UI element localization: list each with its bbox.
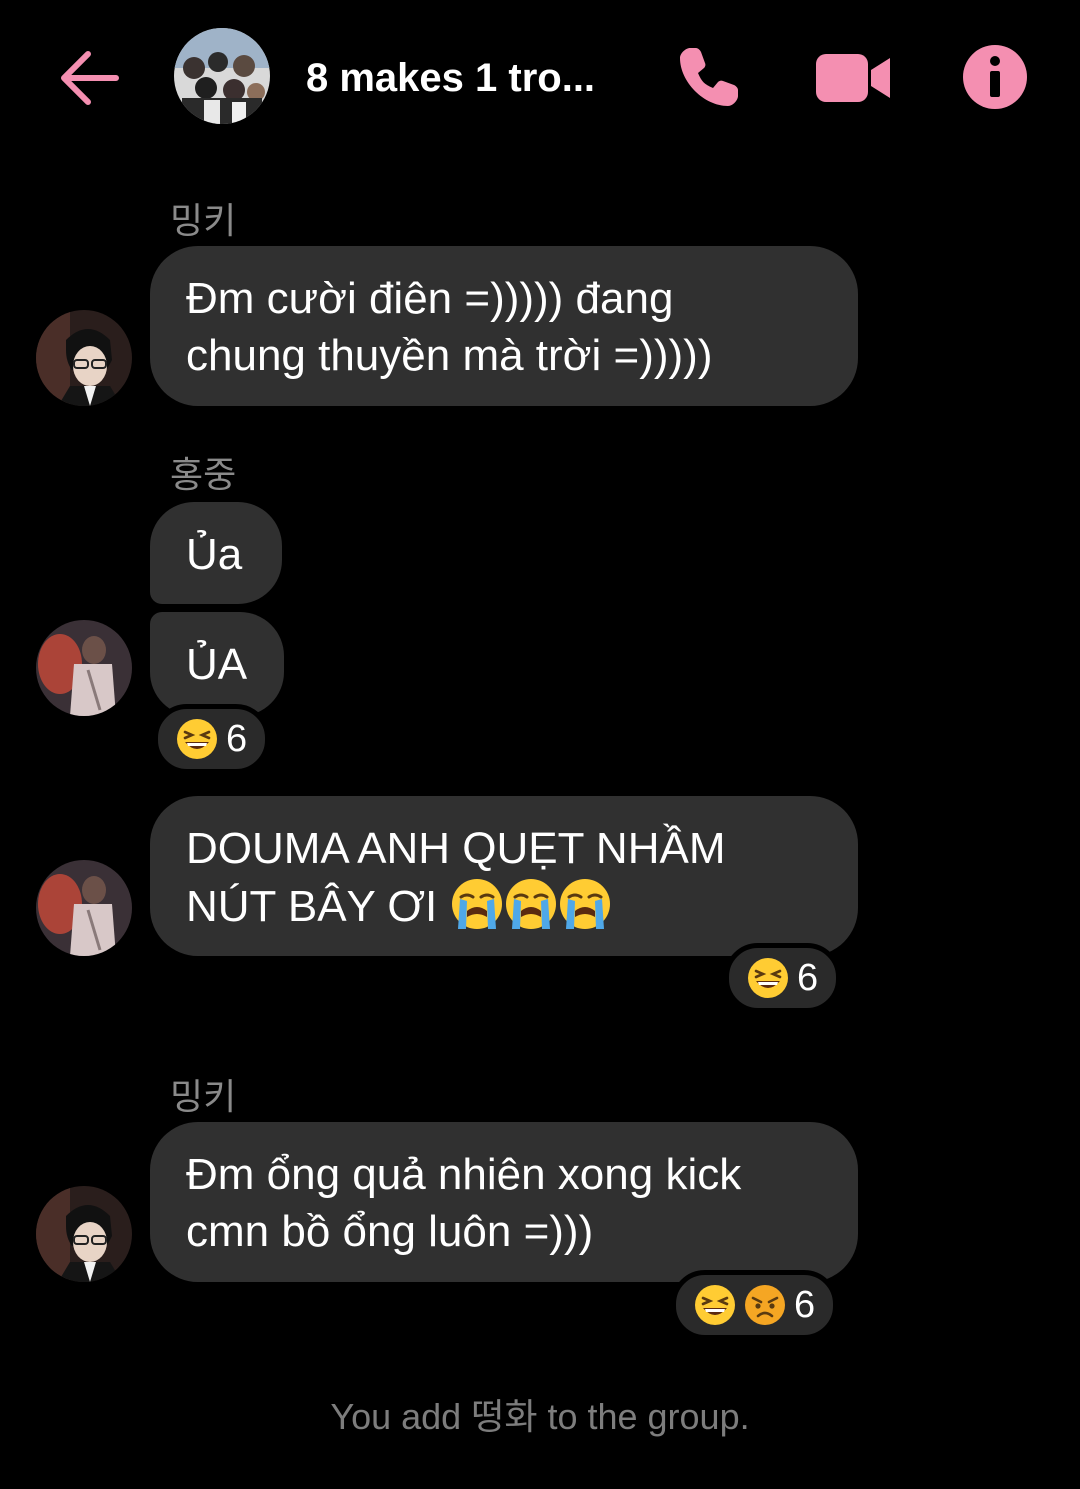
reaction-count: 6	[226, 717, 248, 760]
sender-name: 밍키	[170, 1076, 237, 1117]
back-button[interactable]	[58, 46, 122, 110]
avatar[interactable]	[36, 860, 132, 956]
reaction-badge[interactable]: 6	[724, 943, 842, 1013]
video-camera-icon	[816, 54, 890, 102]
avatar[interactable]	[36, 310, 132, 406]
message-bubble[interactable]: Ủa	[150, 502, 282, 604]
crying-face-icon	[559, 879, 610, 929]
back-arrow-icon	[61, 51, 119, 105]
sender-name: 밍키	[170, 200, 237, 241]
message-bubble[interactable]: Đm cười điên =))))) đang chung thuyền mà…	[150, 246, 858, 406]
avatar[interactable]	[36, 620, 132, 716]
message-text-line: Đm cười điên =))))) đang	[186, 274, 674, 323]
crying-face-icon	[451, 879, 502, 929]
reaction-count: 6	[797, 956, 819, 999]
reaction-badge[interactable]: 6	[671, 1270, 839, 1340]
chat-header: 8 makes 1 tro...	[0, 0, 1080, 155]
avatar[interactable]	[36, 1186, 132, 1282]
reaction-badge[interactable]: 6	[153, 704, 271, 774]
system-message: You add 떵화 to the group.	[330, 1396, 750, 1437]
message-text: NÚT BÂY ƠI	[186, 882, 438, 931]
message-text-line: DOUMA ANH QUẸT NHẦM	[186, 824, 726, 873]
chat-screen: 8 makes 1 tro... 밍키 Đm cười điên =))))) …	[0, 0, 1080, 1489]
group-title[interactable]: 8 makes 1 tro...	[306, 56, 626, 101]
message-bubble[interactable]: DOUMA ANH QUẸT NHẦM NÚT BÂY ƠI	[150, 796, 858, 956]
phone-icon	[680, 48, 738, 106]
laughing-face-icon	[695, 1285, 735, 1325]
info-button[interactable]	[962, 44, 1028, 110]
call-button[interactable]	[676, 44, 742, 110]
laughing-face-icon	[177, 719, 217, 759]
reaction-count: 6	[794, 1283, 816, 1326]
message-text-line: chung thuyền mà trời =)))))	[186, 331, 713, 380]
message-text: ỦA	[186, 640, 248, 689]
crying-face-icon	[505, 879, 556, 929]
message-text-line: cmn bồ ổng luôn =)))	[186, 1207, 594, 1256]
message-text-line: Đm ổng quả nhiên xong kick	[186, 1150, 742, 1199]
message-bubble[interactable]: ỦA	[150, 612, 284, 716]
sender-name: 홍중	[170, 454, 237, 495]
group-avatar[interactable]	[174, 28, 270, 124]
angry-face-icon	[745, 1285, 785, 1325]
laughing-face-icon	[748, 958, 788, 998]
message-bubble[interactable]: Đm ổng quả nhiên xong kick cmn bồ ổng lu…	[150, 1122, 858, 1282]
info-icon	[963, 45, 1027, 109]
message-text: Ủa	[186, 530, 243, 579]
video-call-button[interactable]	[816, 52, 892, 104]
message-text-line-with-emoji: NÚT BÂY ƠI	[186, 877, 822, 935]
